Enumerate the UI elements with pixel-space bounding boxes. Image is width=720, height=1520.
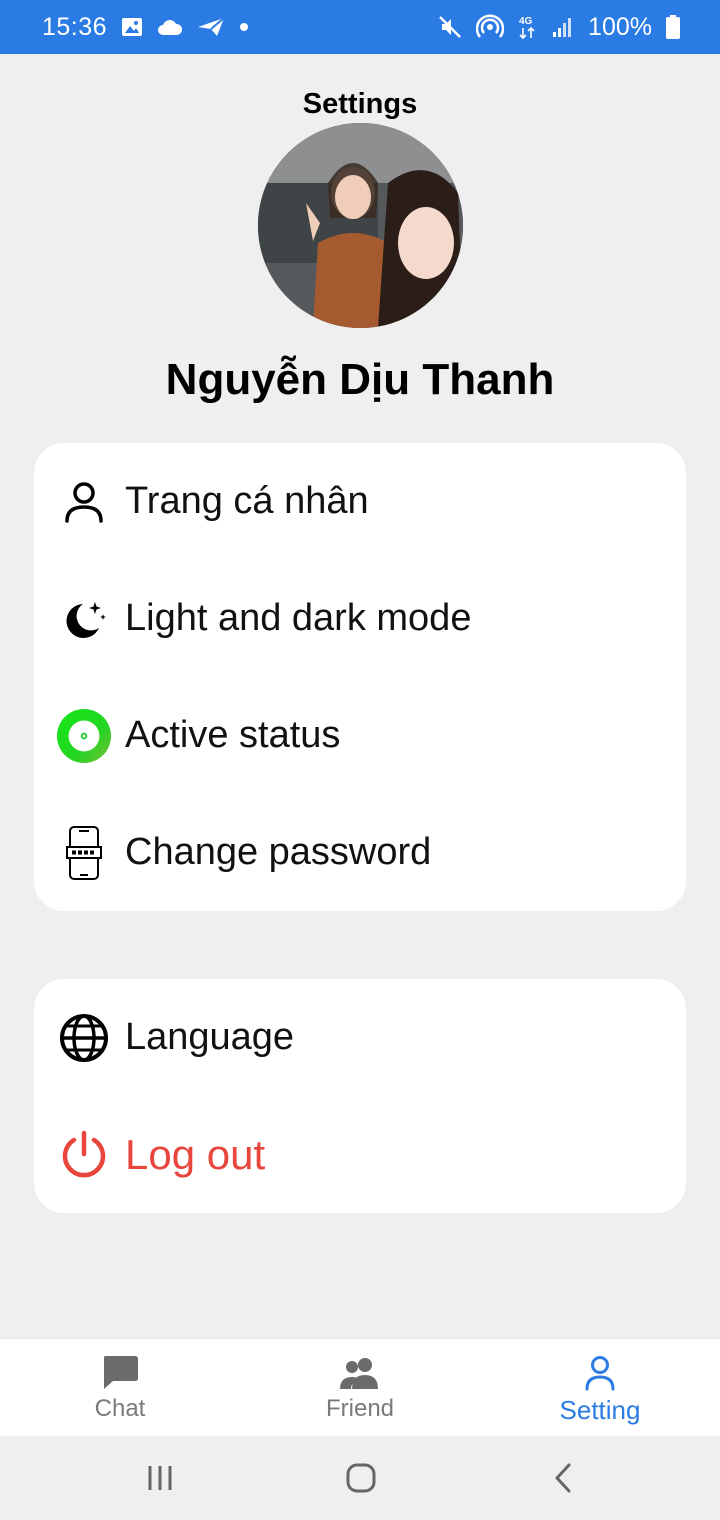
settings-card-secondary: Language Log out (34, 979, 686, 1213)
chat-bubble-icon (101, 1353, 139, 1393)
menu-item-profile[interactable]: Trang cá nhân (34, 443, 686, 560)
nav-tab-setting[interactable]: Setting (480, 1339, 720, 1437)
menu-item-language[interactable]: Language (34, 979, 686, 1096)
nav-label-chat: Chat (94, 1395, 146, 1422)
menu-label-logout: Log out (125, 1130, 266, 1178)
menu-item-change-password[interactable]: Change password (34, 794, 686, 911)
nav-tab-friend[interactable]: Friend (240, 1339, 480, 1437)
home-icon[interactable] (331, 1456, 391, 1500)
signal-icon (552, 16, 574, 38)
settings-card-primary: Trang cá nhân Light and dark mode Active… (34, 443, 686, 911)
avatar[interactable] (258, 123, 463, 328)
battery-percentage: 100% (588, 12, 652, 41)
globe-icon (56, 1010, 112, 1066)
network-label: 4G (519, 16, 533, 27)
people-icon (338, 1353, 382, 1393)
gallery-icon (121, 17, 143, 37)
nav-label-setting: Setting (559, 1395, 641, 1425)
power-icon (56, 1127, 112, 1183)
menu-item-active-status[interactable]: Active status (34, 677, 686, 794)
nav-tab-chat[interactable]: Chat (0, 1339, 240, 1437)
hotspot-icon (476, 14, 505, 40)
status-bar: 15:36 4G 100% (0, 0, 720, 54)
menu-label-profile: Trang cá nhân (125, 480, 369, 522)
menu-item-logout[interactable]: Log out (34, 1096, 686, 1213)
menu-item-dark-mode[interactable]: Light and dark mode (34, 560, 686, 677)
back-icon[interactable] (533, 1456, 593, 1500)
person-icon (56, 474, 112, 530)
cloud-icon (157, 18, 183, 36)
menu-label-language: Language (125, 1016, 295, 1058)
person-outline-icon (584, 1353, 616, 1393)
send-icon (197, 17, 225, 37)
recent-apps-icon[interactable] (130, 1456, 190, 1500)
mute-icon (438, 15, 462, 39)
status-time: 15:36 (42, 12, 108, 41)
active-status-icon (56, 708, 112, 764)
nav-label-friend: Friend (325, 1395, 395, 1422)
menu-label-change-password: Change password (125, 831, 432, 873)
page-title: Settings (302, 88, 418, 120)
menu-label-dark-mode: Light and dark mode (125, 597, 472, 639)
status-right: 4G 100% (438, 13, 680, 42)
moon-stars-icon (56, 591, 112, 647)
battery-icon (666, 15, 680, 39)
user-name: Nguyễn Dịu Thanh (165, 355, 555, 404)
bottom-nav: Chat Friend Setting (0, 1338, 720, 1436)
phone-password-icon (56, 825, 112, 881)
menu-label-active-status: Active status (125, 714, 341, 756)
system-nav-bar (0, 1436, 720, 1520)
avatar-photo (258, 123, 463, 328)
notification-dot-icon (239, 22, 249, 32)
status-left: 15:36 (42, 13, 249, 42)
network-4g-icon: 4G (518, 14, 538, 40)
